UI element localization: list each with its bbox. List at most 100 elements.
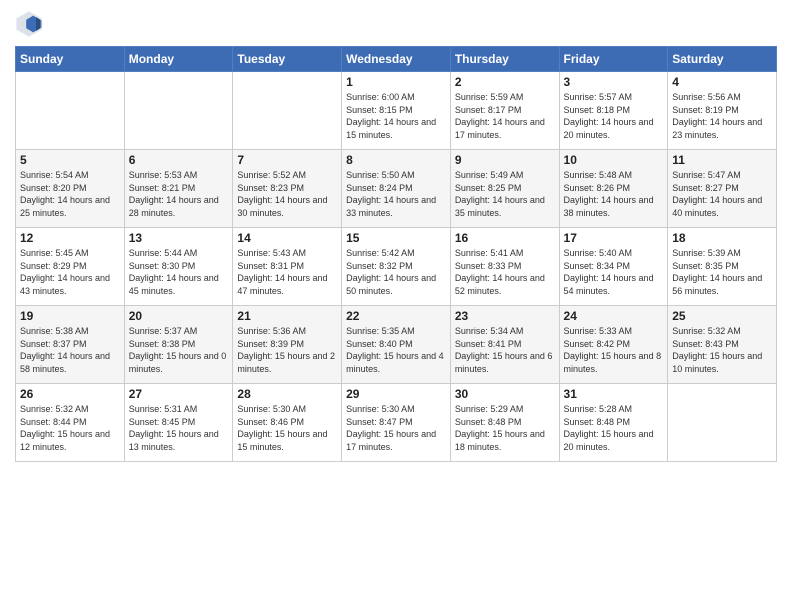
calendar-cell: 3 Sunrise: 5:57 AMSunset: 8:18 PMDaylight… xyxy=(559,72,668,150)
calendar-week-row: 19 Sunrise: 5:38 AMSunset: 8:37 PMDayligh… xyxy=(16,306,777,384)
calendar-cell: 2 Sunrise: 5:59 AMSunset: 8:17 PMDaylight… xyxy=(450,72,559,150)
calendar-cell: 11 Sunrise: 5:47 AMSunset: 8:27 PMDayligh… xyxy=(668,150,777,228)
calendar-week-row: 5 Sunrise: 5:54 AMSunset: 8:20 PMDaylight… xyxy=(16,150,777,228)
day-info: Sunrise: 5:45 AMSunset: 8:29 PMDaylight:… xyxy=(20,247,120,297)
day-info: Sunrise: 5:49 AMSunset: 8:25 PMDaylight:… xyxy=(455,169,555,219)
weekday-header-row: SundayMondayTuesdayWednesdayThursdayFrid… xyxy=(16,47,777,72)
day-number: 19 xyxy=(20,309,120,323)
day-info: Sunrise: 6:00 AMSunset: 8:15 PMDaylight:… xyxy=(346,91,446,141)
weekday-header: Tuesday xyxy=(233,47,342,72)
day-number: 29 xyxy=(346,387,446,401)
calendar-cell: 7 Sunrise: 5:52 AMSunset: 8:23 PMDaylight… xyxy=(233,150,342,228)
calendar-cell: 23 Sunrise: 5:34 AMSunset: 8:41 PMDayligh… xyxy=(450,306,559,384)
day-number: 6 xyxy=(129,153,229,167)
day-number: 22 xyxy=(346,309,446,323)
calendar-cell: 21Sunrise: 5:36 AMSunset: 8:39 PMDayligh… xyxy=(233,306,342,384)
day-info: Sunrise: 5:57 AMSunset: 8:18 PMDaylight:… xyxy=(564,91,664,141)
calendar-cell: 12 Sunrise: 5:45 AMSunset: 8:29 PMDayligh… xyxy=(16,228,125,306)
weekday-header: Wednesday xyxy=(342,47,451,72)
day-number: 10 xyxy=(564,153,664,167)
day-info: Sunrise: 5:35 AMSunset: 8:40 PMDaylight:… xyxy=(346,325,446,375)
calendar-cell: 22 Sunrise: 5:35 AMSunset: 8:40 PMDayligh… xyxy=(342,306,451,384)
day-number: 17 xyxy=(564,231,664,245)
day-info: Sunrise: 5:29 AMSunset: 8:48 PMDaylight:… xyxy=(455,403,555,453)
day-number: 23 xyxy=(455,309,555,323)
page: SundayMondayTuesdayWednesdayThursdayFrid… xyxy=(0,0,792,612)
day-info: Sunrise: 5:52 AMSunset: 8:23 PMDaylight:… xyxy=(237,169,337,219)
day-number: 9 xyxy=(455,153,555,167)
day-number: 5 xyxy=(20,153,120,167)
calendar-cell: 26Sunrise: 5:32 AMSunset: 8:44 PMDayligh… xyxy=(16,384,125,462)
calendar-cell: 25 Sunrise: 5:32 AMSunset: 8:43 PMDayligh… xyxy=(668,306,777,384)
day-info: Sunrise: 5:40 AMSunset: 8:34 PMDaylight:… xyxy=(564,247,664,297)
day-number: 8 xyxy=(346,153,446,167)
day-number: 21 xyxy=(237,309,337,323)
calendar-cell: 20Sunrise: 5:37 AMSunset: 8:38 PMDayligh… xyxy=(124,306,233,384)
calendar-cell xyxy=(668,384,777,462)
day-info: Sunrise: 5:38 AMSunset: 8:37 PMDaylight:… xyxy=(20,325,120,375)
day-info: Sunrise: 5:53 AMSunset: 8:21 PMDaylight:… xyxy=(129,169,229,219)
weekday-header: Saturday xyxy=(668,47,777,72)
logo xyxy=(15,10,47,38)
day-number: 16 xyxy=(455,231,555,245)
calendar-cell: 6 Sunrise: 5:53 AMSunset: 8:21 PMDaylight… xyxy=(124,150,233,228)
calendar-cell: 24Sunrise: 5:33 AMSunset: 8:42 PMDayligh… xyxy=(559,306,668,384)
calendar-cell: 28Sunrise: 5:30 AMSunset: 8:46 PMDayligh… xyxy=(233,384,342,462)
day-number: 7 xyxy=(237,153,337,167)
day-info: Sunrise: 5:32 AMSunset: 8:43 PMDaylight:… xyxy=(672,325,772,375)
calendar-cell: 15Sunrise: 5:42 AMSunset: 8:32 PMDayligh… xyxy=(342,228,451,306)
header xyxy=(15,10,777,38)
day-info: Sunrise: 5:39 AMSunset: 8:35 PMDaylight:… xyxy=(672,247,772,297)
day-number: 14 xyxy=(237,231,337,245)
calendar-week-row: 26Sunrise: 5:32 AMSunset: 8:44 PMDayligh… xyxy=(16,384,777,462)
day-info: Sunrise: 5:30 AMSunset: 8:46 PMDaylight:… xyxy=(237,403,337,453)
day-number: 31 xyxy=(564,387,664,401)
day-info: Sunrise: 5:31 AMSunset: 8:45 PMDaylight:… xyxy=(129,403,229,453)
day-info: Sunrise: 5:56 AMSunset: 8:19 PMDaylight:… xyxy=(672,91,772,141)
day-number: 30 xyxy=(455,387,555,401)
calendar-cell: 10 Sunrise: 5:48 AMSunset: 8:26 PMDayligh… xyxy=(559,150,668,228)
weekday-header: Friday xyxy=(559,47,668,72)
calendar-cell: 8Sunrise: 5:50 AMSunset: 8:24 PMDaylight… xyxy=(342,150,451,228)
day-info: Sunrise: 5:33 AMSunset: 8:42 PMDaylight:… xyxy=(564,325,664,375)
day-info: Sunrise: 5:44 AMSunset: 8:30 PMDaylight:… xyxy=(129,247,229,297)
day-number: 3 xyxy=(564,75,664,89)
day-number: 12 xyxy=(20,231,120,245)
weekday-header: Thursday xyxy=(450,47,559,72)
day-info: Sunrise: 5:59 AMSunset: 8:17 PMDaylight:… xyxy=(455,91,555,141)
day-number: 26 xyxy=(20,387,120,401)
day-info: Sunrise: 5:34 AMSunset: 8:41 PMDaylight:… xyxy=(455,325,555,375)
calendar: SundayMondayTuesdayWednesdayThursdayFrid… xyxy=(15,46,777,462)
calendar-cell: 17 Sunrise: 5:40 AMSunset: 8:34 PMDayligh… xyxy=(559,228,668,306)
calendar-cell: 16 Sunrise: 5:41 AMSunset: 8:33 PMDayligh… xyxy=(450,228,559,306)
day-info: Sunrise: 5:47 AMSunset: 8:27 PMDaylight:… xyxy=(672,169,772,219)
day-number: 18 xyxy=(672,231,772,245)
day-info: Sunrise: 5:54 AMSunset: 8:20 PMDaylight:… xyxy=(20,169,120,219)
calendar-cell: 13 Sunrise: 5:44 AMSunset: 8:30 PMDayligh… xyxy=(124,228,233,306)
day-info: Sunrise: 5:28 AMSunset: 8:48 PMDaylight:… xyxy=(564,403,664,453)
logo-icon xyxy=(15,10,43,38)
calendar-cell: 1Sunrise: 6:00 AMSunset: 8:15 PMDaylight… xyxy=(342,72,451,150)
calendar-cell xyxy=(233,72,342,150)
calendar-cell: 5 Sunrise: 5:54 AMSunset: 8:20 PMDaylight… xyxy=(16,150,125,228)
calendar-cell xyxy=(16,72,125,150)
calendar-week-row: 1Sunrise: 6:00 AMSunset: 8:15 PMDaylight… xyxy=(16,72,777,150)
day-info: Sunrise: 5:41 AMSunset: 8:33 PMDaylight:… xyxy=(455,247,555,297)
weekday-header: Monday xyxy=(124,47,233,72)
day-number: 25 xyxy=(672,309,772,323)
day-number: 27 xyxy=(129,387,229,401)
calendar-cell: 27 Sunrise: 5:31 AMSunset: 8:45 PMDayligh… xyxy=(124,384,233,462)
day-number: 4 xyxy=(672,75,772,89)
day-number: 2 xyxy=(455,75,555,89)
calendar-week-row: 12 Sunrise: 5:45 AMSunset: 8:29 PMDayligh… xyxy=(16,228,777,306)
day-number: 11 xyxy=(672,153,772,167)
calendar-cell: 9 Sunrise: 5:49 AMSunset: 8:25 PMDaylight… xyxy=(450,150,559,228)
day-number: 13 xyxy=(129,231,229,245)
calendar-cell: 4 Sunrise: 5:56 AMSunset: 8:19 PMDaylight… xyxy=(668,72,777,150)
calendar-cell xyxy=(124,72,233,150)
day-number: 20 xyxy=(129,309,229,323)
calendar-cell: 14Sunrise: 5:43 AMSunset: 8:31 PMDayligh… xyxy=(233,228,342,306)
calendar-cell: 30 Sunrise: 5:29 AMSunset: 8:48 PMDayligh… xyxy=(450,384,559,462)
day-number: 15 xyxy=(346,231,446,245)
day-info: Sunrise: 5:48 AMSunset: 8:26 PMDaylight:… xyxy=(564,169,664,219)
